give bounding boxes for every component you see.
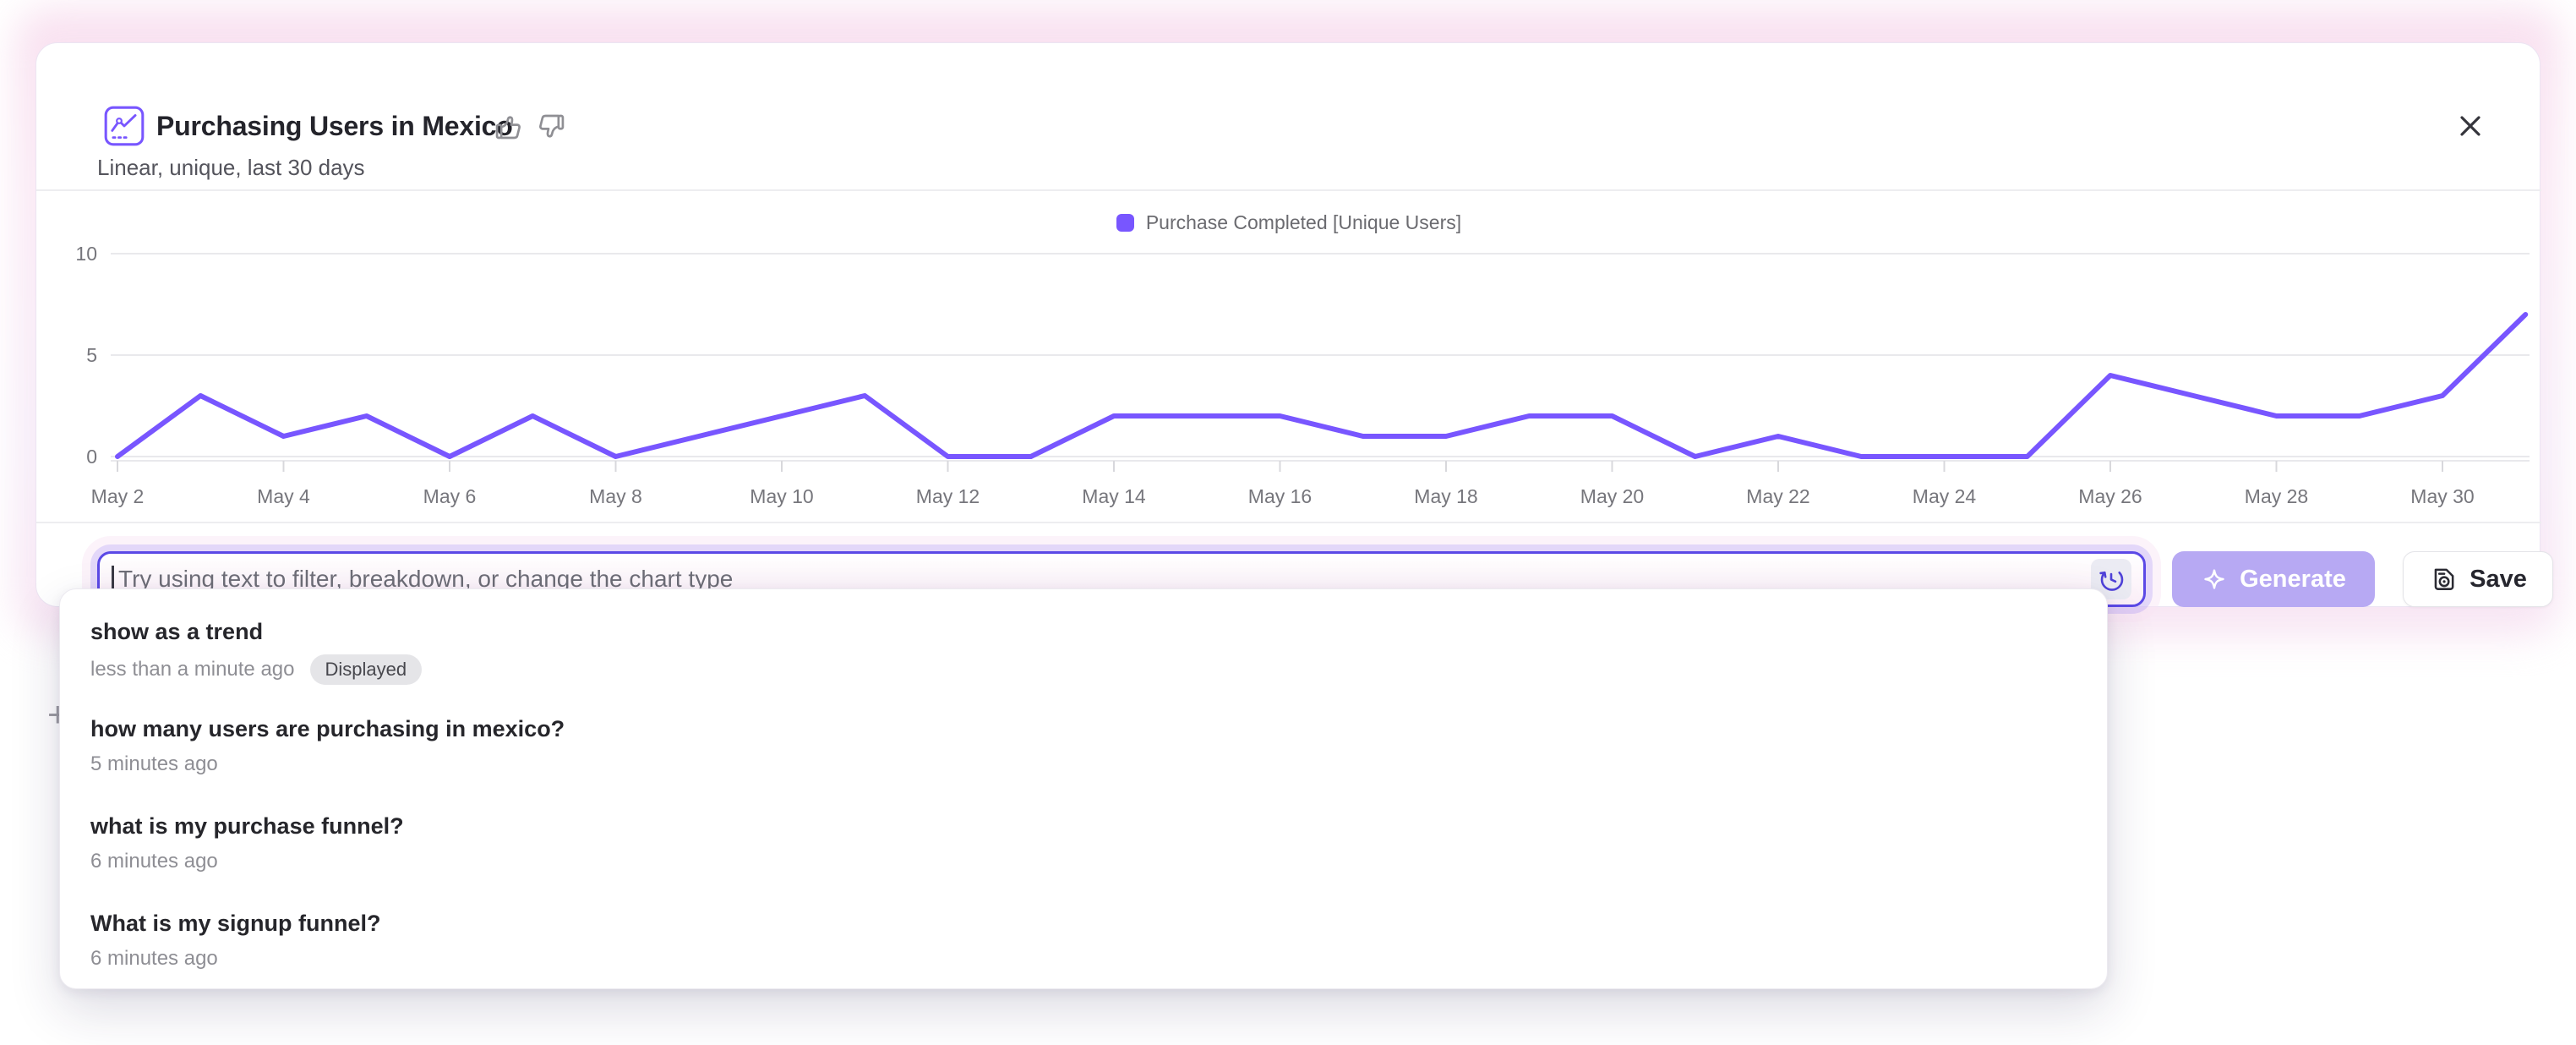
history-timestamp: 6 minutes ago (90, 849, 218, 874)
history-item[interactable]: show as a trend less than a minute ago D… (60, 601, 2107, 698)
x-tick-label: May 16 (1248, 485, 1312, 507)
displayed-badge: Displayed (310, 654, 423, 685)
line-chart: 0 5 10 May 2 May 4 May 6 May 8 May 10 May 12 May … (36, 236, 2541, 523)
x-tick-label: May 28 (2245, 485, 2308, 507)
chart-insight-icon (104, 106, 145, 146)
history-query: What is my signup funnel? (90, 909, 2077, 938)
history-query: how many users are purchasing in mexico? (90, 714, 2077, 743)
history-clock-icon (2096, 564, 2126, 594)
x-tick-label: May 2 (91, 485, 145, 507)
thumbs-up-icon[interactable] (493, 111, 525, 143)
x-tick-label: May 8 (589, 485, 642, 507)
legend-swatch (1116, 214, 1134, 232)
generate-label: Generate (2240, 566, 2346, 594)
x-tick-label: May 14 (1082, 485, 1146, 507)
x-tick-label: May 12 (916, 485, 980, 507)
save-button[interactable]: Save (2403, 551, 2553, 607)
x-tick-label: May 24 (1913, 485, 1977, 507)
chart-divider (36, 522, 2541, 523)
x-tick-label: May 10 (750, 485, 813, 507)
thumbs-down-icon[interactable] (535, 111, 567, 143)
history-dropdown: show as a trend less than a minute ago D… (59, 588, 2108, 989)
x-tick-label: May 6 (423, 485, 477, 507)
y-tick-label: 10 (75, 243, 97, 265)
x-tick-label: May 18 (1414, 485, 1477, 507)
x-tick-label: May 22 (1746, 485, 1809, 507)
history-query: show as a trend (90, 617, 2077, 646)
page-title: Purchasing Users in Mexico (156, 111, 513, 142)
generate-button[interactable]: Generate (2172, 551, 2375, 607)
sparkle-icon (2201, 566, 2228, 593)
header-divider (36, 189, 2541, 191)
legend-label: Purchase Completed [Unique Users] (1146, 211, 1461, 234)
chart-subtitle: Linear, unique, last 30 days (97, 155, 365, 181)
series-line (117, 315, 2525, 457)
close-icon[interactable] (2453, 109, 2487, 143)
history-timestamp: less than a minute ago (90, 657, 295, 682)
history-item[interactable]: how many users are purchasing in mexico?… (60, 698, 2107, 796)
y-tick-label: 5 (86, 344, 97, 366)
save-label: Save (2470, 566, 2527, 594)
history-query: what is my purchase funnel? (90, 812, 2077, 840)
x-tick-label: May 4 (257, 485, 310, 507)
history-timestamp: 6 minutes ago (90, 946, 218, 971)
line-chart-svg: 0 5 10 May 2 May 4 May 6 May 8 May 10 May 12 May … (36, 236, 2541, 523)
save-icon (2429, 565, 2458, 594)
x-tick-label: May 30 (2410, 485, 2474, 507)
history-item[interactable]: what is my purchase funnel? 6 minutes ag… (60, 796, 2107, 893)
history-item[interactable]: What is my signup funnel? 6 minutes ago (60, 893, 2107, 989)
x-tick-label: May 26 (2078, 485, 2142, 507)
page: + Purchasing Users in Mexico Linear, uni… (0, 0, 2576, 1045)
history-timestamp: 5 minutes ago (90, 752, 218, 777)
insight-card: Purchasing Users in Mexico Linear, uniqu… (35, 42, 2541, 607)
y-tick-label: 0 (86, 446, 97, 468)
x-tick-label: May 20 (1580, 485, 1644, 507)
